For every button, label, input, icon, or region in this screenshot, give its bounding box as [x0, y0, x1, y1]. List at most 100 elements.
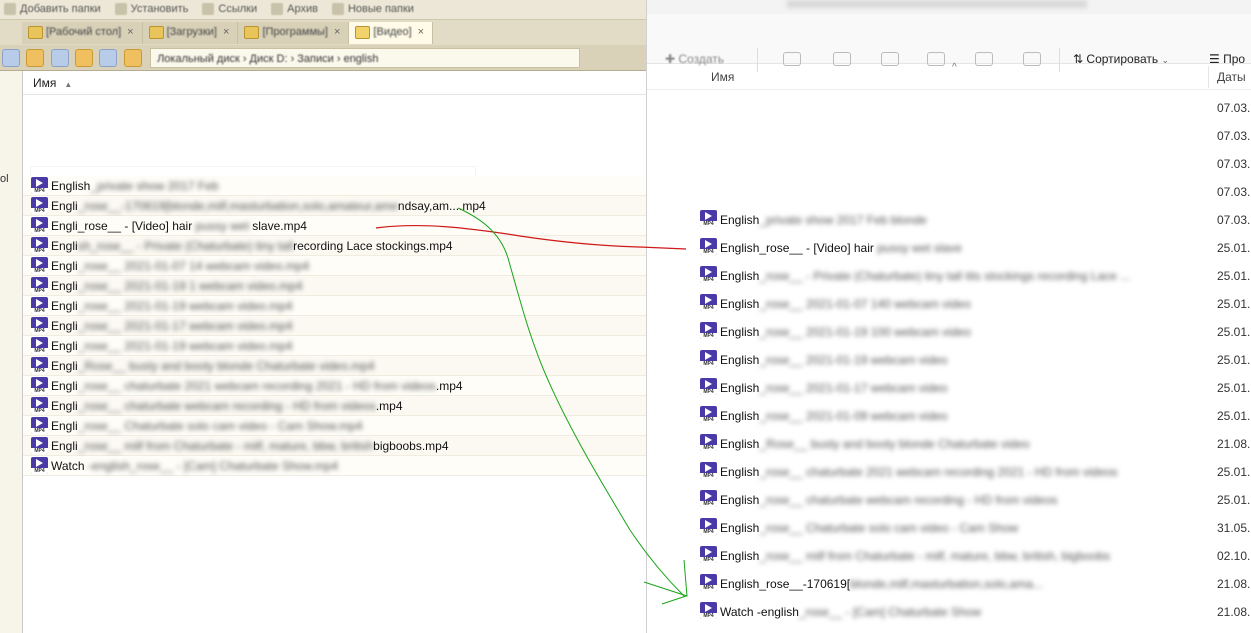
file-name: English_rose__ milf from Chaturbate - mi… [720, 542, 1200, 570]
column-header-date[interactable]: Даты [1217, 70, 1246, 84]
file-row[interactable]: 07.03. [647, 150, 1251, 178]
file-row[interactable]: English_rose__ 2021-01-07 140 webcam vid… [647, 290, 1251, 318]
file-name-visible: ndsay,am....mp4 [397, 199, 486, 213]
bookmark-item[interactable]: Добавить папки [0, 0, 111, 19]
file-name-blurred: blonde,milf,masturbation,solo,ama... [850, 577, 1043, 591]
file-name-visible: Engli [51, 299, 78, 313]
file-name-blurred: _rose__ Chaturbate solo cam video - Cam … [77, 419, 363, 433]
bookmark-item[interactable]: Новые папки [328, 0, 424, 19]
bookmark-item[interactable]: Установить [111, 0, 199, 19]
breadcrumb[interactable]: Локальный диск › Диск D: › Записи › engl… [150, 48, 581, 68]
folder-tab[interactable]: [Рабочий стол] × [22, 22, 143, 44]
file-name: English_rose__ 2021-01-07 140 webcam vid… [720, 290, 1200, 318]
up-icon[interactable] [50, 49, 69, 67]
file-name: English_rose__ 2021-01-19 webcam video [720, 346, 1200, 374]
file-row[interactable]: English_rose__ 2021-01-19 webcam video 25… [647, 346, 1251, 374]
file-date: 07.03. [1217, 213, 1251, 227]
close-tab-icon[interactable]: × [418, 26, 424, 38]
file-name-visible: recording Lace stockings.mp4 [293, 239, 453, 253]
file-name-visible: Engli [51, 359, 78, 373]
close-tab-icon[interactable]: × [223, 26, 229, 38]
column-divider[interactable] [1208, 66, 1209, 88]
bookmarks-bar: Добавить папки Установить Ссылки Архив Новые… [0, 0, 646, 20]
refresh-icon[interactable] [75, 49, 94, 67]
file-row[interactable]: English_rose__-170619[blonde,milf,mastur… [647, 570, 1251, 598]
file-name: Watch -english_rose__ - [Cam] Chaturbate… [51, 456, 338, 476]
back-icon[interactable] [2, 49, 20, 67]
file-row[interactable]: English_private show 2017 Feb blonde 07.0… [647, 206, 1251, 234]
file-name-blurred: pussy wet [195, 219, 249, 233]
forward-icon[interactable] [26, 49, 45, 67]
file-date: 21.08. [1217, 577, 1251, 591]
tab-menu-icon[interactable] [0, 22, 22, 44]
file-name-visible: English [720, 269, 760, 283]
bookmark-item[interactable]: Архив [267, 0, 328, 19]
file-row[interactable]: 07.03. [647, 178, 1251, 206]
file-row[interactable]: Engli_rose__ 2021-01-19 webcam video.mp4 [23, 296, 647, 316]
file-date: 25.01. [1217, 241, 1251, 255]
file-name: Engli_rose__ chaturbate 2021 webcam reco… [51, 376, 463, 396]
file-date: 25.01. [1217, 353, 1251, 367]
file-row[interactable]: Engli_Rose__ busty and booty blonde Chat… [23, 356, 647, 376]
file-date: 31.05. [1217, 521, 1251, 535]
file-date: 07.03. [1217, 129, 1251, 143]
mp4-video-icon [31, 357, 48, 374]
file-row[interactable]: 07.03. [647, 122, 1251, 150]
left-file-rows: English_private show 2017 FebEngli_rose_… [23, 176, 647, 476]
folder-tab[interactable]: [Загрузки] × [142, 22, 239, 44]
file-row[interactable]: 07.03. [647, 94, 1251, 122]
file-name-visible: English [720, 213, 760, 227]
file-row[interactable]: Watch -english_rose__ - [Cam] Chaturbate… [647, 598, 1251, 626]
file-row[interactable]: English_rose__ Chaturbate solo cam video… [647, 514, 1251, 542]
file-row[interactable]: Engli_rose__ milf from Chaturbate - milf… [23, 436, 647, 456]
file-row[interactable]: English_private show 2017 Feb [23, 176, 647, 196]
mp4-video-icon [31, 397, 48, 414]
file-row[interactable]: English_rose__ 2021-01-09 webcam video 25… [647, 402, 1251, 430]
file-row[interactable]: English_rose__ 2021-01-19 100 webcam vid… [647, 318, 1251, 346]
column-header-name[interactable]: Имя [711, 70, 734, 84]
file-row[interactable]: Engli_rose__ 2021-01-17 webcam video.mp4 [23, 316, 647, 336]
file-row[interactable]: English_rose__ chaturbate webcam recordi… [647, 486, 1251, 514]
file-row[interactable]: English_Rose__ busty and booty blonde Ch… [647, 430, 1251, 458]
file-row[interactable]: Engli_rose__ 2021-01-19 1 webcam video.m… [23, 276, 647, 296]
file-name-visible: English [720, 493, 760, 507]
file-row[interactable]: Engli_rose__-170619[blonde,milf,masturba… [23, 196, 647, 216]
file-row[interactable]: English_rose__ chaturbate 2021 webcam re… [647, 458, 1251, 486]
file-row[interactable]: English_rose__ - Private (Chaturbate) ti… [23, 236, 647, 256]
file-name-visible: _rose__ - [Video] hair [77, 219, 196, 233]
file-name: Engli_rose__ 2021-01-17 webcam video.mp4 [51, 316, 293, 336]
column-name-label: Имя [33, 76, 57, 90]
file-row[interactable]: Engli_rose__ 2021-01-19 webcam video.mp4 [23, 336, 647, 356]
mp4-video-icon [31, 317, 48, 334]
bookmark-item[interactable]: Ссылки [198, 0, 267, 19]
file-row[interactable]: Engli_rose__ 2021-01-07 14 webcam video.… [23, 256, 647, 276]
file-row[interactable]: Engli_rose__ chaturbate webcam recording… [23, 396, 647, 416]
home-icon[interactable] [99, 49, 118, 67]
file-row[interactable]: English_rose__ - Private (Chaturbate) ti… [647, 262, 1251, 290]
window-title-bar [647, 0, 1251, 14]
file-row[interactable]: English_rose__ milf from Chaturbate - mi… [647, 542, 1251, 570]
file-row[interactable]: English_rose__ - [Video] hair pussy wet … [647, 234, 1251, 262]
mp4-video-icon [700, 602, 717, 619]
file-row[interactable]: Engli_rose__ chaturbate 2021 webcam reco… [23, 376, 647, 396]
file-name-blurred: _private show 2017 Feb [90, 179, 219, 193]
file-row[interactable]: English_rose__ 2021-01-17 webcam video 25… [647, 374, 1251, 402]
file-name-blurred: _rose__ 2021-01-09 webcam video [759, 409, 948, 423]
file-name-blurred: _rose__ milf from Chaturbate - milf, mat… [759, 549, 1111, 563]
folder-tab-label: [Загрузки] [166, 26, 217, 38]
close-tab-icon[interactable]: × [334, 26, 340, 38]
file-row[interactable]: Engli_rose__ Chaturbate solo cam video -… [23, 416, 647, 436]
file-row[interactable]: Watch -english_rose__ - [Cam] Chaturbate… [23, 456, 647, 476]
folder-icon[interactable] [123, 49, 142, 67]
close-tab-icon[interactable]: × [127, 26, 133, 38]
screen: Добавить папки Установить Ссылки Архив Новые… [0, 0, 1251, 633]
file-row[interactable]: Engli_rose__ - [Video] hair pussy wet sl… [23, 216, 647, 236]
folder-tab[interactable]: [Программы] × [238, 22, 350, 44]
file-date: 21.08. [1217, 437, 1251, 451]
folder-tab[interactable]: [Видео] × [349, 22, 434, 44]
file-name-visible: English [720, 437, 760, 451]
mp4-video-icon [31, 297, 48, 314]
file-name-visible: Engli [51, 279, 78, 293]
column-header-name[interactable]: Имя ▲ [23, 71, 646, 95]
file-name-visible: Engli [51, 239, 78, 253]
